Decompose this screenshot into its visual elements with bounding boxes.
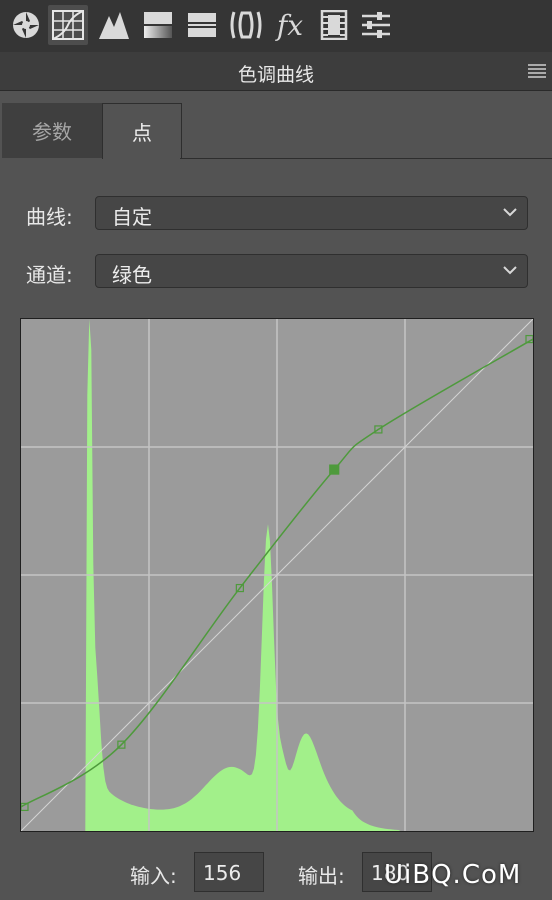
tone-curve-panel-button[interactable] bbox=[48, 5, 88, 45]
panel-title: 色调曲线 bbox=[237, 64, 314, 86]
input-value-field[interactable]: 156 bbox=[194, 852, 264, 892]
curve-control-point-selected[interactable] bbox=[329, 464, 340, 475]
fx-icon: fx bbox=[276, 8, 304, 42]
channel-label: 通道: bbox=[26, 263, 73, 287]
panel-menu-icon[interactable] bbox=[528, 64, 546, 78]
split-toning-icon bbox=[188, 13, 216, 37]
gradient-panel-button[interactable] bbox=[138, 5, 178, 45]
panel-header: 色调曲线 bbox=[0, 52, 552, 91]
curve-preset-label: 曲线: bbox=[26, 205, 73, 229]
effects-panel-button[interactable]: fx bbox=[270, 5, 310, 45]
gradient-icon bbox=[144, 12, 172, 38]
tone-curve-graph[interactable] bbox=[20, 318, 534, 832]
detail-panel-button[interactable] bbox=[226, 5, 266, 45]
curve-preset-select[interactable]: 自定 bbox=[95, 196, 528, 230]
curve-preset-value: 自定 bbox=[112, 205, 152, 229]
channel-value: 绿色 bbox=[112, 263, 152, 287]
split-toning-panel-button[interactable] bbox=[182, 5, 222, 45]
presets-panel-button[interactable] bbox=[356, 5, 396, 45]
chevron-down-icon bbox=[503, 266, 517, 275]
watermark-logo: UiBQ.CoM bbox=[384, 860, 522, 890]
hsl-panel-button[interactable] bbox=[94, 5, 134, 45]
tab-divider bbox=[180, 158, 552, 159]
lens-icon bbox=[230, 11, 262, 39]
tab-parametric[interactable]: 参数 bbox=[2, 103, 102, 158]
calibration-panel-button[interactable] bbox=[314, 5, 354, 45]
chevron-down-icon bbox=[503, 208, 517, 217]
curves-icon bbox=[52, 10, 84, 40]
basic-panel-button[interactable] bbox=[6, 5, 46, 45]
channel-select[interactable]: 绿色 bbox=[95, 254, 528, 288]
tone-curve-canvas[interactable] bbox=[21, 319, 533, 831]
input-label: 输入: bbox=[130, 864, 177, 888]
aperture-icon bbox=[13, 12, 39, 38]
module-toolbar: fx bbox=[0, 0, 552, 52]
film-strip-icon bbox=[320, 10, 348, 40]
output-label: 输出: bbox=[298, 864, 345, 888]
mountains-icon bbox=[99, 12, 129, 39]
tab-point[interactable]: 点 bbox=[102, 103, 182, 159]
sliders-icon bbox=[362, 12, 390, 38]
